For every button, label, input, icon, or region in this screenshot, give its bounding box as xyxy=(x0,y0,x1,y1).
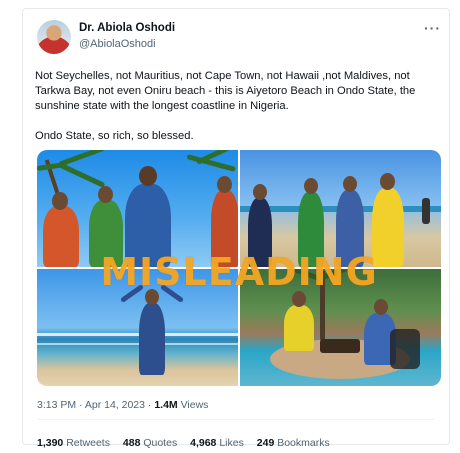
bookmarks-count: 249 xyxy=(256,437,275,449)
author-name[interactable]: Dr. Abiola Oshodi xyxy=(79,22,175,34)
retweets-stat[interactable]: 1,390 Retweets xyxy=(37,437,110,449)
author-handle[interactable]: @AbiolaOshodi xyxy=(79,38,156,50)
divider xyxy=(37,419,435,420)
quotes-count: 488 xyxy=(122,437,141,449)
tweet-paragraph-2: Ondo State, so rich, so blessed. xyxy=(35,130,194,142)
tweet-card: Dr. Abiola Oshodi @AbiolaOshodi ··· Not … xyxy=(22,8,450,449)
tweet-paragraph-1: Not Seychelles, not Mauritius, not Cape … xyxy=(35,70,416,112)
timestamp[interactable]: 3:13 PM · Apr 14, 2023 · xyxy=(37,399,154,411)
views-count: 1.4M xyxy=(154,399,178,411)
bookmarks-stat[interactable]: 249 Bookmarks xyxy=(257,437,330,449)
quotes-stat[interactable]: 488 Quotes xyxy=(123,437,177,449)
likes-label: Likes xyxy=(216,437,244,449)
quotes-label: Quotes xyxy=(140,437,178,449)
tweet-meta: 3:13 PM · Apr 14, 2023 · 1.4M Views xyxy=(37,399,208,411)
more-horizontal-icon[interactable]: ··· xyxy=(424,20,441,36)
retweets-count: 1,390 xyxy=(37,437,64,449)
retweets-label: Retweets xyxy=(63,437,110,449)
engagement-stats: 1,390 Retweets 488 Quotes 4,968 Likes 24… xyxy=(37,437,340,449)
tweet-text: Not Seychelles, not Mauritius, not Cape … xyxy=(35,69,445,144)
likes-stat[interactable]: 4,968 Likes xyxy=(190,437,244,449)
views-label: Views xyxy=(177,399,209,411)
misleading-stamp: MISLEADING xyxy=(100,250,378,294)
media-grid[interactable]: MISLEADING xyxy=(37,150,441,386)
likes-count: 4,968 xyxy=(190,437,217,449)
bookmarks-label: Bookmarks xyxy=(274,437,330,449)
avatar[interactable] xyxy=(37,20,71,54)
